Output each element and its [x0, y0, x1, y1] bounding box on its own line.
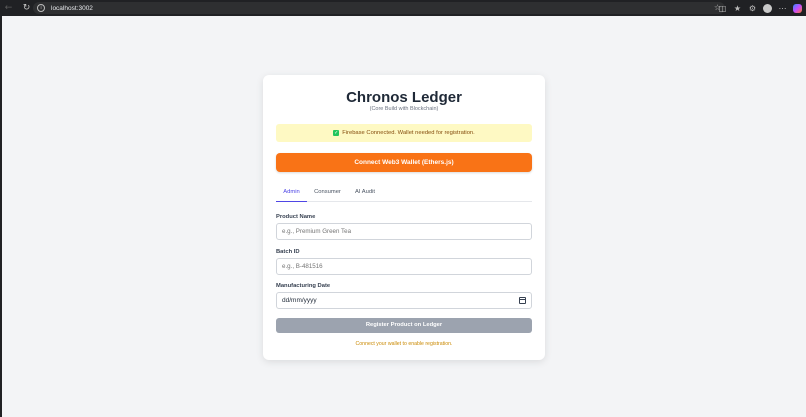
- manufacturing-date-input[interactable]: dd/mm/yyyy: [276, 292, 532, 309]
- tab-bar: Admin Consumer AI Audit: [276, 185, 532, 202]
- address-bar[interactable]: i localhost:3002 ☆: [33, 2, 725, 14]
- profile-avatar[interactable]: [763, 3, 772, 13]
- more-menu-icon[interactable]: ⋯: [778, 4, 787, 13]
- connect-wallet-button[interactable]: Connect Web3 Wallet (Ethers.js): [276, 153, 532, 172]
- reload-icon[interactable]: ↻: [21, 3, 32, 14]
- app-card: Chronos Ledger (Core Build with Blockcha…: [263, 75, 545, 360]
- batch-id-input[interactable]: [276, 258, 532, 275]
- status-banner: ✓ Firebase Connected. Wallet needed for …: [276, 124, 532, 142]
- batch-id-label: Batch ID: [276, 249, 300, 255]
- status-text: Firebase Connected. Wallet needed for re…: [342, 130, 475, 136]
- app-subtitle: (Core Build with Blockchain): [369, 106, 439, 112]
- app-title: Chronos Ledger: [346, 89, 462, 106]
- back-arrow-icon[interactable]: ←: [3, 3, 14, 14]
- site-info-icon[interactable]: i: [37, 4, 45, 12]
- extensions-icon[interactable]: ⚙: [748, 4, 757, 13]
- browser-toolbar: ← ↻ i localhost:3002 ☆ ◫ ★ ⚙ ⋯: [0, 0, 806, 16]
- tab-admin[interactable]: Admin: [276, 185, 307, 202]
- tab-consumer[interactable]: Consumer: [311, 185, 344, 202]
- browser-toolbar-icons: ◫ ★ ⚙ ⋯: [718, 2, 802, 14]
- favorites-icon[interactable]: ★: [733, 4, 742, 13]
- tab-ai-audit[interactable]: AI Audit: [351, 185, 379, 202]
- split-screen-icon[interactable]: ◫: [718, 4, 727, 13]
- manufacturing-date-label: Manufacturing Date: [276, 283, 331, 289]
- address-text[interactable]: localhost:3002: [51, 5, 93, 12]
- calendar-icon[interactable]: [519, 297, 526, 304]
- wallet-hint-text: Connect your wallet to enable registrati…: [355, 341, 453, 347]
- product-name-label: Product Name: [276, 214, 316, 220]
- date-value: dd/mm/yyyy: [282, 297, 317, 304]
- product-name-input[interactable]: [276, 223, 532, 240]
- register-product-button[interactable]: Register Product on Ledger: [276, 318, 532, 333]
- check-icon: ✓: [333, 130, 340, 136]
- copilot-icon[interactable]: [793, 3, 802, 13]
